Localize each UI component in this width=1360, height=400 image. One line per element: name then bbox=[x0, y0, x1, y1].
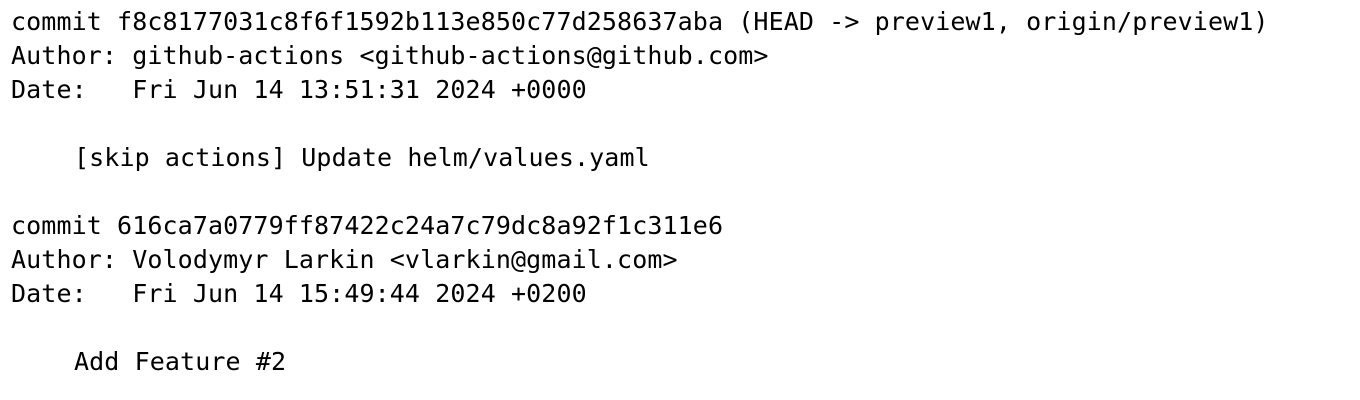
commit-entry: commit f8c8177031c8f6f1592b113e850c77d25… bbox=[11, 5, 1360, 209]
commit-author-line: Author: github-actions <github-actions@g… bbox=[11, 41, 769, 70]
commit-entry: commit 616ca7a0779ff87422c24a7c79dc8a92f… bbox=[11, 209, 1360, 379]
commit-author-line: Author: Volodymyr Larkin <vlarkin@gmail.… bbox=[11, 245, 678, 274]
commit-date-line: Date: Fri Jun 14 13:51:31 2024 +0000 bbox=[11, 75, 587, 104]
commit-hash-line: commit f8c8177031c8f6f1592b113e850c77d25… bbox=[11, 7, 1269, 36]
commit-hash-line: commit 616ca7a0779ff87422c24a7c79dc8a92f… bbox=[11, 211, 724, 240]
commit-date-line: Date: Fri Jun 14 15:49:44 2024 +0200 bbox=[11, 279, 587, 308]
terminal-output: commit f8c8177031c8f6f1592b113e850c77d25… bbox=[0, 0, 1360, 400]
commit-message: [skip actions] Update helm/values.yaml bbox=[74, 143, 650, 172]
commit-message: Add Feature #2 bbox=[74, 347, 287, 376]
